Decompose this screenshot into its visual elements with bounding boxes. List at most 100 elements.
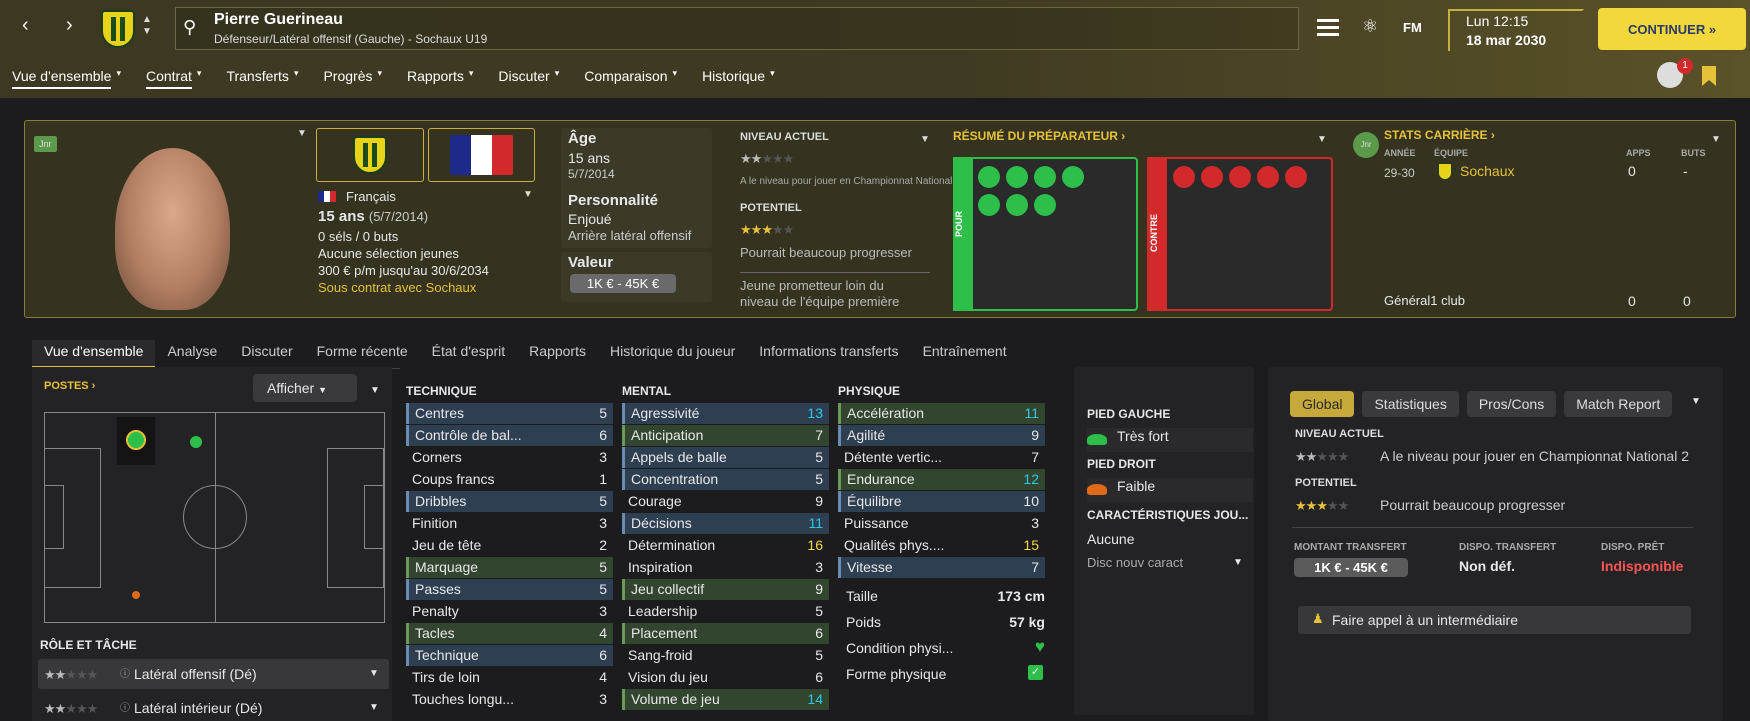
chevron-down-icon[interactable]: ▼ <box>1317 134 1327 145</box>
attribute-row[interactable]: Endurance 12 <box>838 469 1045 490</box>
tab-1[interactable]: Analyse <box>155 340 229 368</box>
attribute-row[interactable]: Puissance 3 <box>838 513 1045 534</box>
globe-icon[interactable]: ⚛ <box>1362 16 1378 37</box>
pro-trait-icon[interactable] <box>978 166 1000 188</box>
chevron-down-icon[interactable]: ▼ <box>369 702 379 713</box>
report-tab-3[interactable]: Match Report <box>1564 391 1673 417</box>
accomplished-position-dot[interactable] <box>190 436 202 448</box>
tab-4[interactable]: État d'esprit <box>420 340 518 368</box>
attribute-row[interactable]: Vitesse 7 <box>838 557 1045 578</box>
nav-item[interactable]: Progrès <box>323 68 372 89</box>
attribute-row[interactable]: Corners 3 <box>406 447 613 468</box>
chevron-down-icon[interactable]: ▼ <box>370 385 380 396</box>
continue-button[interactable]: CONTINUER » <box>1598 8 1746 50</box>
pro-trait-icon[interactable] <box>1034 194 1056 216</box>
attribute-row[interactable]: Jeu de tête 2 <box>406 535 613 556</box>
pro-trait-icon[interactable] <box>1062 166 1084 188</box>
traits-select[interactable]: Disc nouv caract <box>1087 555 1183 570</box>
search-icon[interactable]: ⚲ <box>183 17 196 38</box>
attribute-row[interactable]: Passes 5 <box>406 579 613 600</box>
back-button[interactable]: ‹ <box>22 14 29 37</box>
pro-trait-icon[interactable] <box>1006 194 1028 216</box>
con-trait-icon[interactable] <box>1257 166 1279 188</box>
report-tab-0[interactable]: Global <box>1290 391 1355 417</box>
nav-item[interactable]: Transferts <box>226 68 289 89</box>
menu-icon[interactable] <box>1317 19 1339 36</box>
report-tab-2[interactable]: Pros/Cons <box>1466 391 1557 417</box>
unconvincing-position-dot[interactable] <box>132 591 140 599</box>
career-team[interactable]: Sochaux <box>1460 163 1514 179</box>
pro-trait-icon[interactable] <box>1006 166 1028 188</box>
nav-item[interactable]: Contrat <box>145 68 192 89</box>
forward-button[interactable]: › <box>66 14 73 37</box>
chevron-down-icon[interactable]: ▼ <box>920 134 930 145</box>
club-switch-icon[interactable]: ▲ ▼ <box>142 14 152 38</box>
info-icon[interactable]: ⓘ <box>120 665 130 680</box>
attribute-row[interactable]: Inspiration 3 <box>622 557 829 578</box>
fm-logo[interactable]: FM <box>1403 20 1422 35</box>
attribute-row[interactable]: Agilité 9 <box>838 425 1045 446</box>
attribute-row[interactable]: Courage 9 <box>622 491 829 512</box>
tab-5[interactable]: Rapports <box>517 340 598 368</box>
chevron-down-icon[interactable]: ▼ <box>1711 134 1721 145</box>
nav-item[interactable]: Historique <box>702 68 765 89</box>
info-icon[interactable]: ⓘ <box>120 699 130 714</box>
attribute-row[interactable]: Agressivité 13 <box>622 403 829 424</box>
attribute-row[interactable]: Dribbles 5 <box>406 491 613 512</box>
chevron-down-icon[interactable]: ▼ <box>297 128 307 139</box>
attribute-row[interactable]: Tirs de loin 4 <box>406 667 613 688</box>
chevron-down-icon[interactable]: ▼ <box>523 189 533 200</box>
nation-flag-box[interactable] <box>428 128 535 182</box>
attribute-row[interactable]: Accélération 11 <box>838 403 1045 424</box>
attribute-row[interactable]: Décisions 11 <box>622 513 829 534</box>
attribute-row[interactable]: Anticipation 7 <box>622 425 829 446</box>
attribute-row[interactable]: Concentration 5 <box>622 469 829 490</box>
con-trait-icon[interactable] <box>1285 166 1307 188</box>
tab-3[interactable]: Forme récente <box>305 340 420 368</box>
nav-item[interactable]: Discuter <box>498 68 549 89</box>
attribute-row[interactable]: Touches longu... 3 <box>406 689 613 710</box>
attribute-row[interactable]: Tacles 4 <box>406 623 613 644</box>
attribute-row[interactable]: Équilibre 10 <box>838 491 1045 512</box>
attribute-row[interactable]: Centres 5 <box>406 403 613 424</box>
tab-8[interactable]: Entraînement <box>911 340 1019 368</box>
nav-item[interactable]: Comparaison <box>584 68 667 89</box>
tab-2[interactable]: Discuter <box>229 340 304 368</box>
attribute-row[interactable]: Volume de jeu 14 <box>622 689 829 710</box>
tab-0[interactable]: Vue d'ensemble <box>32 340 156 368</box>
attribute-row[interactable]: Qualités phys.... 15 <box>838 535 1045 556</box>
club-crest-icon[interactable] <box>101 10 135 48</box>
attribute-row[interactable]: Coups francs 1 <box>406 469 613 490</box>
chevron-down-icon[interactable]: ▼ <box>1691 396 1701 407</box>
display-dropdown[interactable]: Afficher ▼ <box>253 374 357 402</box>
nav-item[interactable]: Rapports <box>407 68 464 89</box>
contract-status[interactable]: Sous contrat avec Sochaux <box>318 280 476 295</box>
chevron-down-icon[interactable]: ▼ <box>1233 557 1243 568</box>
attribute-row[interactable]: Finition 3 <box>406 513 613 534</box>
attribute-row[interactable]: Détermination 16 <box>622 535 829 556</box>
chevron-down-icon[interactable]: ▼ <box>369 668 379 679</box>
report-tab-1[interactable]: Statistiques <box>1362 391 1459 417</box>
attribute-row[interactable]: Technique 6 <box>406 645 613 666</box>
attribute-row[interactable]: Détente vertic... 7 <box>838 447 1045 468</box>
positions-title[interactable]: POSTES › <box>44 380 95 392</box>
con-trait-icon[interactable] <box>1229 166 1251 188</box>
attribute-row[interactable]: Penalty 3 <box>406 601 613 622</box>
career-title[interactable]: STATS CARRIÈRE › <box>1384 128 1495 142</box>
natural-position-dot[interactable] <box>126 430 146 450</box>
con-trait-icon[interactable] <box>1201 166 1223 188</box>
attribute-row[interactable]: Vision du jeu 6 <box>622 667 829 688</box>
tab-7[interactable]: Informations transferts <box>747 340 910 368</box>
attribute-row[interactable]: Appels de balle 5 <box>622 447 829 468</box>
coach-summary-title[interactable]: RÉSUMÉ DU PRÉPARATEUR › <box>953 129 1125 143</box>
attribute-row[interactable]: Leadership 5 <box>622 601 829 622</box>
attribute-row[interactable]: Contrôle de bal... 6 <box>406 425 613 446</box>
tab-6[interactable]: Historique du joueur <box>598 340 747 368</box>
attribute-row[interactable]: Jeu collectif 9 <box>622 579 829 600</box>
attribute-row[interactable]: Sang-froid 5 <box>622 645 829 666</box>
con-trait-icon[interactable] <box>1173 166 1195 188</box>
attribute-row[interactable]: Placement 6 <box>622 623 829 644</box>
pro-trait-icon[interactable] <box>978 194 1000 216</box>
attribute-row[interactable]: Marquage 5 <box>406 557 613 578</box>
club-badge-box[interactable] <box>316 128 424 182</box>
